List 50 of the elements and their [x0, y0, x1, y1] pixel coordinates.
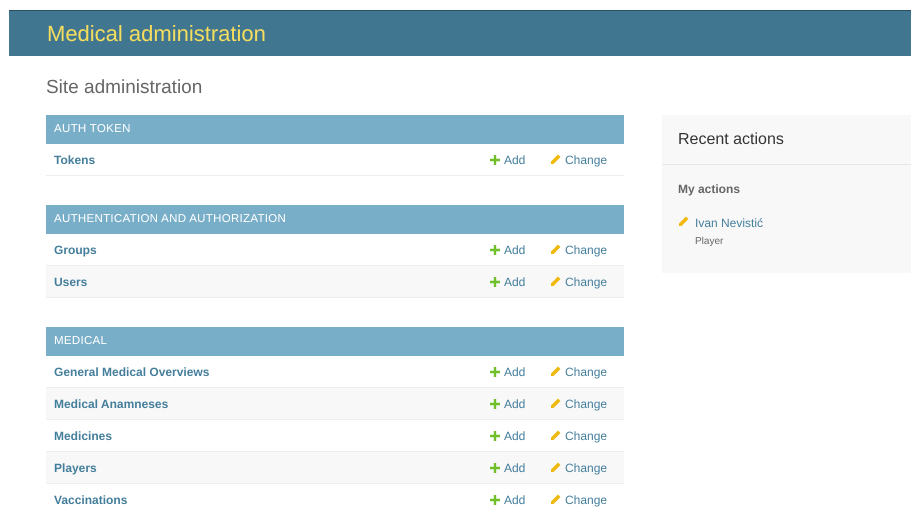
plus-icon [490, 494, 500, 504]
plus-icon [490, 154, 500, 164]
pencil-icon [550, 494, 561, 505]
pencil-icon [550, 430, 561, 441]
change-link[interactable]: Change [550, 272, 616, 290]
my-actions-heading: My actions [678, 181, 742, 198]
change-link[interactable]: Change [550, 150, 616, 168]
pencil-icon [550, 244, 561, 255]
pencil-icon [550, 154, 561, 165]
page-title: Site administration [46, 76, 204, 100]
model-link[interactable]: Players [54, 458, 490, 476]
change-link[interactable]: Change [550, 362, 616, 380]
pencil-icon [550, 462, 561, 473]
model-link[interactable]: Medicines [54, 426, 490, 444]
change-link[interactable]: Change [550, 426, 616, 444]
add-link[interactable]: Add [490, 394, 550, 412]
add-link[interactable]: Add [490, 272, 550, 290]
pencil-icon [550, 276, 561, 287]
change-link[interactable]: Change [550, 458, 616, 476]
recent-actions-title: Recent actions [678, 130, 784, 150]
add-link[interactable]: Add [490, 490, 550, 508]
module-caption[interactable]: AUTHENTICATION AND AUTHORIZATION [46, 205, 624, 234]
model-link[interactable]: Users [54, 272, 490, 290]
change-link[interactable]: Change [550, 490, 616, 508]
plus-icon [490, 276, 500, 286]
action-link[interactable]: Ivan Nevistić [695, 214, 764, 232]
add-link[interactable]: Add [490, 150, 550, 168]
model-link[interactable]: General Medical Overviews [54, 362, 490, 380]
plus-icon [490, 366, 500, 376]
pencil-icon [678, 216, 689, 227]
pencil-icon [550, 398, 561, 409]
site-title[interactable]: Medical administration [47, 17, 266, 50]
model-link[interactable]: Medical Anamneses [54, 394, 490, 412]
plus-icon [490, 244, 500, 254]
change-link[interactable]: Change [550, 240, 616, 258]
model-link[interactable]: Tokens [54, 150, 490, 168]
action-type: Player [695, 235, 724, 249]
module-caption[interactable]: MEDICAL [46, 327, 624, 356]
model-link[interactable]: Vaccinations [54, 490, 490, 508]
add-link[interactable]: Add [490, 362, 550, 380]
add-link[interactable]: Add [490, 426, 550, 444]
change-link[interactable]: Change [550, 394, 616, 412]
model-link[interactable]: Groups [54, 240, 490, 258]
add-link[interactable]: Add [490, 240, 550, 258]
plus-icon [490, 430, 500, 440]
add-link[interactable]: Add [490, 458, 550, 476]
module-caption[interactable]: AUTH TOKEN [46, 115, 624, 144]
pencil-icon [550, 366, 561, 377]
plus-icon [490, 462, 500, 472]
plus-icon [490, 398, 500, 408]
